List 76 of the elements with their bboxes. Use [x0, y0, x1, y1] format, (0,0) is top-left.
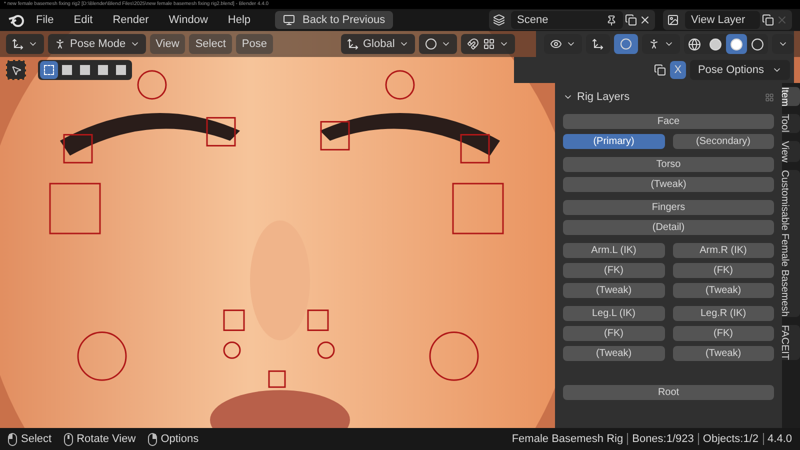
layer-button[interactable]: (Primary): [563, 134, 664, 148]
close-icon[interactable]: [639, 14, 651, 26]
snap-dropdown[interactable]: [460, 34, 515, 54]
status-hint: Rotate View: [76, 432, 136, 447]
sidebar-tab[interactable]: FACEIT: [782, 325, 800, 360]
header-menu[interactable]: View: [150, 34, 186, 54]
close-icon: [776, 14, 788, 26]
editor-type-button[interactable]: [6, 34, 44, 54]
layer-button[interactable]: Leg.L (IK): [563, 306, 664, 320]
mouse-middle-icon: [64, 432, 73, 446]
layer-button[interactable]: Torso: [563, 156, 774, 172]
sidebar-tab[interactable]: View: [782, 140, 800, 162]
layer-button[interactable]: (FK): [563, 326, 664, 340]
cursor-icon: [10, 64, 22, 76]
solid-sphere-icon: [709, 38, 722, 50]
header-menu[interactable]: Select: [189, 34, 232, 54]
status-info: 4.4.0: [768, 432, 792, 447]
overlay-button[interactable]: [614, 34, 638, 54]
magnet-icon: [466, 38, 479, 50]
layer-button[interactable]: Arm.L (IK): [563, 242, 664, 258]
scene-field[interactable]: Scene: [511, 11, 623, 29]
status-hint: Options: [160, 432, 199, 447]
eye-icon: [550, 38, 562, 50]
panel-header[interactable]: Rig Layers: [563, 89, 630, 106]
select-mode-button[interactable]: [40, 61, 58, 79]
duplicate-icon[interactable]: [762, 14, 774, 26]
layer-button[interactable]: (Detail): [563, 220, 774, 234]
layer-button[interactable]: Root: [563, 384, 774, 400]
pin-icon: [606, 14, 617, 26]
material-sphere-icon: [730, 38, 743, 50]
menu-item[interactable]: Render: [104, 10, 157, 30]
bone-dropdown[interactable]: [642, 34, 680, 54]
pivot-dropdown[interactable]: [418, 34, 457, 54]
layer-button[interactable]: (Secondary): [672, 134, 774, 148]
monitor-icon: [282, 14, 295, 26]
menu-item[interactable]: Help: [220, 10, 259, 30]
sidebar-tab[interactable]: Item: [782, 87, 800, 106]
layer-button[interactable]: (Tweak): [672, 282, 774, 298]
layer-button[interactable]: (FK): [563, 262, 664, 278]
mouse-right-icon: [148, 432, 157, 446]
grid-icon: [482, 38, 495, 50]
layer-button[interactable]: (FK): [672, 326, 774, 340]
shading-button[interactable]: [726, 34, 747, 54]
sidebar-tab[interactable]: Tool: [782, 114, 800, 133]
sidebar-tab[interactable]: Customisable Female Basemesh: [782, 170, 800, 318]
layer-button[interactable]: (Tweak): [563, 282, 664, 298]
back-to-previous-button[interactable]: Back to Previous: [274, 11, 394, 29]
mouse-left-icon: [8, 432, 17, 446]
status-info: Female Basemesh Rig: [512, 432, 624, 447]
layer-button[interactable]: (FK): [672, 262, 774, 278]
layer-button[interactable]: Leg.R (IK): [672, 306, 774, 320]
wireframe-icon: [688, 38, 701, 50]
mirror-x-toggle[interactable]: X: [670, 61, 686, 79]
drag-handle-icon[interactable]: [765, 92, 774, 102]
select-tool-button[interactable]: [6, 60, 26, 80]
orientation-dropdown[interactable]: Global: [340, 34, 415, 54]
mode-dropdown[interactable]: Pose Mode: [48, 34, 146, 54]
menu-item[interactable]: Window: [160, 10, 216, 30]
gizmo-dropdown[interactable]: [586, 34, 610, 54]
pose-options-dropdown[interactable]: Pose Options: [690, 60, 790, 80]
visibility-dropdown[interactable]: [544, 34, 582, 54]
status-info: Objects:1/2: [702, 432, 759, 447]
layer-button[interactable]: (Tweak): [563, 346, 664, 360]
axes-icon: [346, 38, 359, 50]
layer-button[interactable]: Arm.R (IK): [672, 242, 774, 258]
layer-button[interactable]: Fingers: [563, 200, 774, 214]
layer-button[interactable]: (Tweak): [563, 176, 774, 192]
view-layer-field[interactable]: View Layer: [685, 11, 760, 29]
duplicate-icon[interactable]: [625, 14, 637, 26]
menu-item[interactable]: Edit: [66, 10, 101, 30]
status-info: Bones:1/923: [632, 432, 694, 447]
layer-button[interactable]: Face: [563, 114, 774, 128]
status-hint: Select: [21, 432, 52, 447]
menu-item[interactable]: File: [28, 10, 62, 30]
layer-button[interactable]: (Tweak): [672, 346, 774, 360]
header-menu[interactable]: Pose: [236, 34, 273, 54]
